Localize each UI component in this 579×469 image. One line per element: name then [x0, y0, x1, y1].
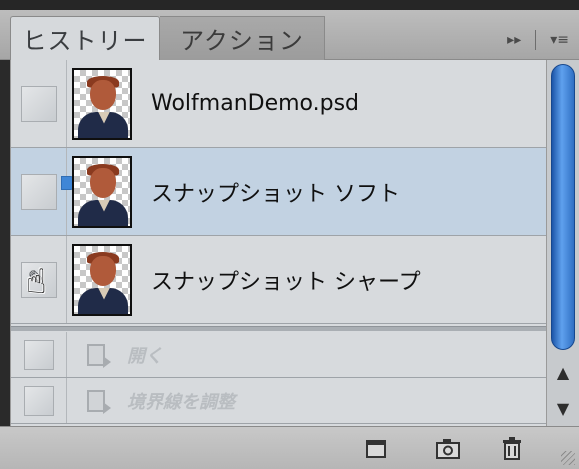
- bottom-toolbar: [0, 426, 579, 469]
- snapshot-row[interactable]: スナップショット ソフト: [11, 148, 547, 236]
- resize-grip-icon[interactable]: [561, 451, 575, 465]
- scroll-down-arrow-icon[interactable]: ▼: [551, 392, 575, 424]
- history-source-cell[interactable]: [11, 378, 67, 423]
- snapshot-label: スナップショット シャープ: [151, 269, 421, 295]
- history-list: WolfmanDemo.psd スナップショット ソフト ✎ スナップショット …: [10, 60, 547, 426]
- snapshot-label: WolfmanDemo.psd: [151, 91, 360, 116]
- scroll-thumb[interactable]: [551, 64, 575, 350]
- snapshot-thumbnail: [72, 155, 132, 228]
- snapshot-thumbnail: [72, 67, 132, 140]
- tab-bar: ヒストリー アクション ▸▸ ▾≡: [0, 10, 579, 60]
- snapshot-label: スナップショット ソフト: [151, 181, 400, 207]
- snapshot-divider: [11, 326, 547, 331]
- snapshot-row[interactable]: WolfmanDemo.psd: [11, 60, 547, 148]
- history-source-checkbox[interactable]: [23, 385, 54, 416]
- history-source-checkbox[interactable]: [20, 173, 57, 210]
- vertical-scrollbar[interactable]: ▲ ▼: [546, 60, 579, 426]
- history-panel: ヒストリー アクション ▸▸ ▾≡ WolfmanDemo.psd スナップショ…: [0, 0, 579, 469]
- tab-history[interactable]: ヒストリー: [10, 16, 160, 60]
- history-state-row[interactable]: 開く: [11, 332, 547, 378]
- tab-actions[interactable]: アクション: [160, 16, 325, 60]
- history-source-cell[interactable]: [11, 148, 67, 235]
- pointer-hand-icon: ☝: [26, 262, 47, 302]
- snapshot-row[interactable]: ✎ スナップショット シャープ: [11, 236, 547, 324]
- history-state-label: 開く: [127, 345, 163, 367]
- history-source-cell[interactable]: [11, 332, 67, 377]
- thumbnail-cell: [67, 60, 137, 147]
- document-state-icon: [79, 338, 113, 372]
- panel-menu-icon[interactable]: ▾≡: [550, 32, 569, 48]
- collapse-panel-icon[interactable]: ▸▸: [507, 32, 521, 48]
- tab-controls: ▸▸ ▾≡: [507, 28, 569, 52]
- document-state-icon: [79, 384, 113, 418]
- history-source-checkbox[interactable]: [23, 339, 54, 370]
- trash-icon[interactable]: [498, 436, 526, 462]
- history-state-row[interactable]: 境界線を調整: [11, 378, 547, 424]
- panel-top-strip: [0, 0, 579, 10]
- snapshot-thumbnail: [72, 243, 132, 316]
- history-state-label: 境界線を調整: [127, 391, 235, 413]
- camera-icon[interactable]: [434, 436, 462, 462]
- scroll-up-arrow-icon[interactable]: ▲: [551, 356, 575, 388]
- history-source-cell[interactable]: [11, 60, 67, 147]
- thumbnail-cell: [67, 236, 137, 323]
- new-document-icon[interactable]: [362, 436, 390, 462]
- history-source-checkbox[interactable]: [20, 85, 57, 122]
- thumbnail-cell: [61, 148, 137, 235]
- divider: [535, 30, 537, 50]
